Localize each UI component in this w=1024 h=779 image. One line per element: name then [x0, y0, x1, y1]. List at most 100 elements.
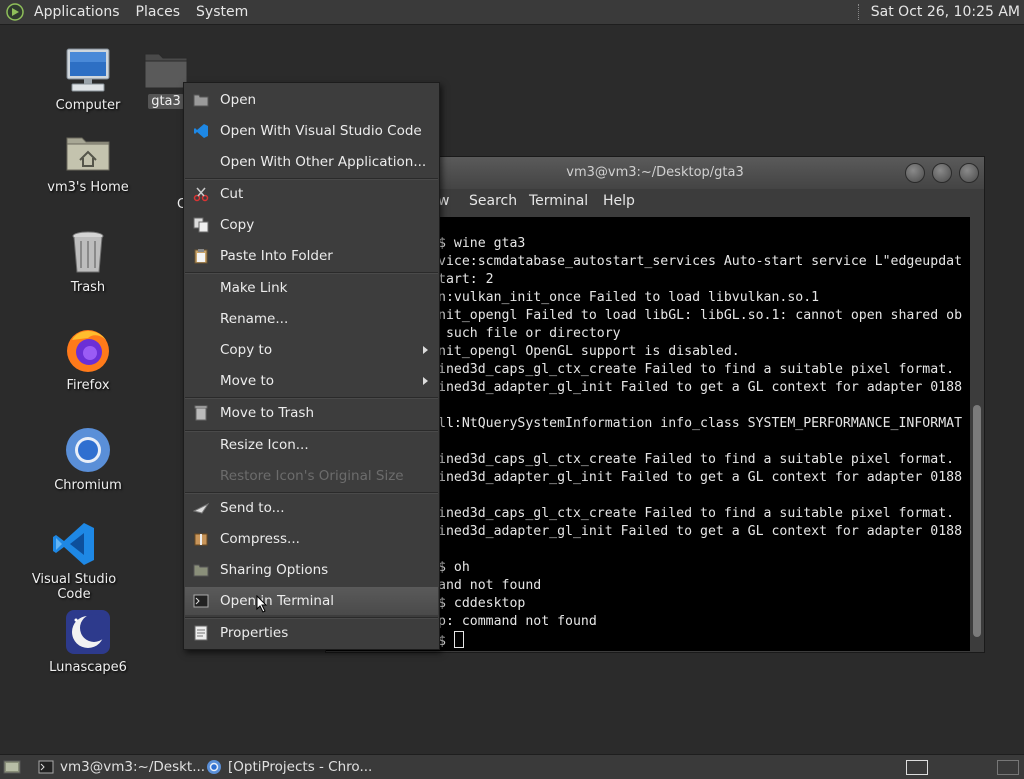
- workspace-switcher-1[interactable]: [906, 760, 928, 775]
- menu-item-label: Restore Icon's Original Size: [220, 468, 404, 484]
- menu-separator: [185, 430, 438, 432]
- menu-item-sharing-options[interactable]: Sharing Options: [185, 556, 438, 584]
- menu-item-label: Send to...: [220, 500, 285, 516]
- desktop-icon-chromium[interactable]: Chromium: [33, 426, 143, 493]
- desktop-icon-label: Chromium: [54, 478, 122, 493]
- close-button[interactable]: [959, 163, 979, 183]
- folder-open-icon: [193, 92, 209, 108]
- menu-item-properties[interactable]: Properties: [185, 619, 438, 647]
- scrollbar-thumb[interactable]: [973, 405, 981, 637]
- home-folder-icon: [66, 137, 110, 171]
- terminal-line: n:vulkan_init_once Failed to load libvul…: [438, 290, 820, 305]
- places-menu[interactable]: Places: [128, 0, 189, 24]
- top-panel: Applications Places System Sat Oct 26, 1…: [0, 0, 1024, 25]
- desktop-icon-label: gta3: [148, 94, 184, 109]
- system-menu[interactable]: System: [188, 0, 256, 24]
- archive-icon: [193, 531, 209, 547]
- context-menu: Open Open With Visual Studio Code Open Wit…: [183, 82, 440, 650]
- workspace-switcher-2[interactable]: [997, 760, 1019, 775]
- show-desktop-icon[interactable]: [3, 758, 21, 776]
- mouse-pointer-icon: [256, 594, 268, 617]
- minimize-button[interactable]: [905, 163, 925, 183]
- terminal-line: ined3d_adapter_gl_init Failed to get a G…: [438, 470, 963, 485]
- terminal-line: $ cddesktop: [438, 596, 526, 611]
- maximize-button[interactable]: [932, 163, 952, 183]
- menu-item-move-to-trash[interactable]: Move to Trash: [185, 399, 438, 427]
- desktop-icon-computer[interactable]: Computer: [33, 46, 143, 113]
- menu-item-label: Cut: [220, 186, 244, 202]
- menu-item-label: Open: [220, 92, 257, 108]
- no-icon: [193, 468, 209, 484]
- clipboard-icon: [193, 248, 209, 264]
- desktop-icon-label: Visual Studio Code: [31, 572, 117, 602]
- terminal-line: $: [438, 631, 962, 649]
- menu-separator: [185, 272, 438, 274]
- no-icon: [193, 154, 209, 170]
- menu-item-open-with-other-application[interactable]: Open With Other Application...: [185, 148, 438, 176]
- terminal-line: $ wine gta3: [438, 236, 526, 251]
- menu-item-rename[interactable]: Rename...: [185, 305, 438, 333]
- terminal-line: ined3d_adapter_gl_init Failed to get a G…: [438, 380, 963, 395]
- window-title: vm3@vm3:~/Desktop/gta3: [566, 165, 744, 180]
- desktop-icon-firefox[interactable]: Firefox: [33, 326, 143, 393]
- menu-item-copy[interactable]: Copy: [185, 211, 438, 239]
- menu-item-resize-icon[interactable]: Resize Icon...: [185, 431, 438, 459]
- desktop-icon-vscode[interactable]: Visual Studio Code: [19, 520, 129, 602]
- submenu-arrow-icon: [423, 377, 428, 385]
- no-icon: [193, 437, 209, 453]
- chromium-icon: [66, 428, 110, 472]
- properties-icon: [193, 625, 209, 641]
- terminal-line: tart: 2: [438, 272, 494, 287]
- taskbar-item-terminal[interactable]: vm3@vm3:~/Deskt...: [38, 757, 205, 777]
- menu-item-send-to[interactable]: Send to...: [185, 494, 438, 522]
- menu-item-move-to[interactable]: Move to: [185, 367, 438, 395]
- menu-separator: [185, 492, 438, 494]
- terminal-scrollbar[interactable]: [970, 217, 984, 651]
- desktop-icon-label: Computer: [55, 98, 121, 113]
- terminal-line: ined3d_caps_gl_ctx_create Failed to find…: [438, 506, 955, 521]
- send-icon: [193, 500, 209, 516]
- submenu-arrow-icon: [423, 346, 428, 354]
- menu-help[interactable]: Help: [603, 193, 635, 209]
- trash-small-icon: [193, 405, 209, 421]
- menu-terminal[interactable]: Terminal: [529, 193, 588, 209]
- menu-item-restore-icon-s-original-size: Restore Icon's Original Size: [185, 462, 438, 490]
- terminal-icon: [193, 593, 209, 609]
- menu-item-open-in-terminal[interactable]: Open in Terminal: [185, 587, 438, 615]
- copy-icon: [193, 217, 209, 233]
- desktop-icon-lunascape[interactable]: Lunascape6: [33, 608, 143, 675]
- menu-item-make-link[interactable]: Make Link: [185, 274, 438, 302]
- menu-item-open-with-visual-studio-code[interactable]: Open With Visual Studio Code: [185, 117, 438, 145]
- menu-item-label: Properties: [220, 625, 289, 641]
- applications-menu[interactable]: Applications: [26, 0, 128, 24]
- menu-item-paste-into-folder[interactable]: Paste Into Folder: [185, 242, 438, 270]
- desktop-icon-trash[interactable]: Trash: [33, 228, 143, 295]
- terminal-lines: $ wine gta3 vice:scmdatabase_autostart_se…: [438, 235, 962, 649]
- desktop-icon-home[interactable]: vm3's Home: [33, 128, 143, 195]
- menu-search[interactable]: Search: [469, 193, 517, 209]
- menu-separator: [185, 178, 438, 180]
- terminal-line: ined3d_adapter_gl_init Failed to get a G…: [438, 524, 963, 539]
- menu-item-cut[interactable]: Cut: [185, 180, 438, 208]
- menu-item-label: Rename...: [220, 311, 289, 327]
- menu-item-open[interactable]: Open: [185, 86, 438, 114]
- menu-item-label: Resize Icon...: [220, 437, 309, 453]
- firefox-icon: [67, 330, 109, 372]
- bottom-panel: vm3@vm3:~/Deskt... [OptiProjects - Chro.…: [0, 754, 1024, 779]
- menu-item-label: Compress...: [220, 531, 300, 547]
- menu-item-copy-to[interactable]: Copy to: [185, 336, 438, 364]
- taskbar-item-chromium[interactable]: [OptiProjects - Chro...: [206, 757, 372, 777]
- terminal-line: p: command not found: [438, 614, 597, 629]
- app-menu-icon[interactable]: [6, 3, 24, 21]
- terminal-icon: [38, 760, 54, 774]
- clock[interactable]: Sat Oct 26, 10:25 AM: [871, 4, 1024, 20]
- panel-separator: [857, 4, 861, 20]
- menu-item-label: Open With Visual Studio Code: [220, 123, 422, 139]
- menu-item-label: Sharing Options: [220, 562, 329, 578]
- menu-item-label: Make Link: [220, 280, 288, 296]
- desktop-icon-label: vm3's Home: [47, 180, 129, 195]
- menu-item-compress[interactable]: Compress...: [185, 525, 438, 553]
